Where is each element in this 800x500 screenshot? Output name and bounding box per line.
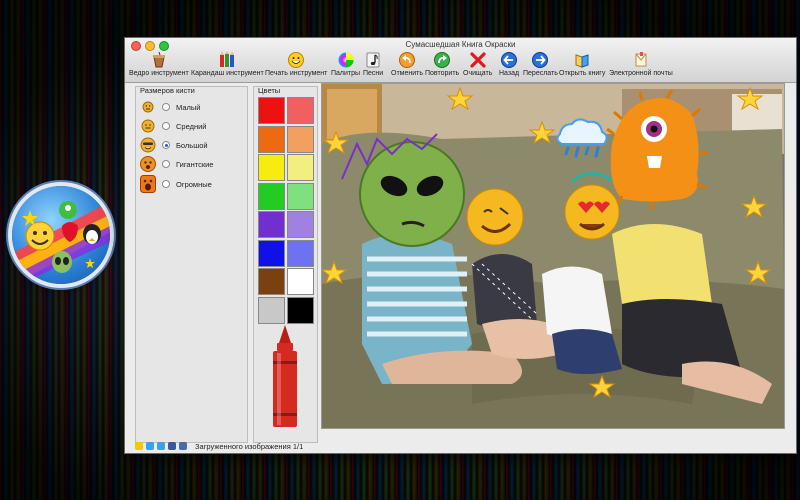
color-swatch[interactable] bbox=[287, 268, 314, 295]
toolbar-label: Переслать bbox=[523, 70, 558, 77]
back-button[interactable]: Назад bbox=[499, 51, 519, 77]
brush-size-small[interactable]: Малый bbox=[140, 99, 200, 115]
crayon-tip bbox=[279, 325, 291, 343]
canvas-photo bbox=[322, 84, 784, 428]
colors-panel: Цветы bbox=[253, 86, 318, 443]
medium-face-icon bbox=[141, 119, 155, 133]
bucket-icon bbox=[152, 51, 165, 68]
color-swatch[interactable] bbox=[258, 125, 285, 153]
songs-button[interactable]: Песни bbox=[363, 51, 383, 77]
brush-size-huge[interactable]: Огромные bbox=[140, 175, 212, 193]
share-icons bbox=[135, 442, 187, 450]
color-swatch[interactable] bbox=[258, 182, 285, 210]
small-face-icon bbox=[142, 101, 154, 113]
brush-size-giant-label: Гигантские bbox=[176, 159, 214, 169]
toolbar-label: Назад bbox=[499, 70, 520, 77]
color-swatch[interactable] bbox=[258, 211, 285, 238]
email-icon bbox=[635, 52, 647, 67]
color-swatch[interactable] bbox=[287, 97, 314, 124]
window-title: Сумасшедшая Книга Окраски bbox=[405, 40, 516, 49]
undo-button[interactable]: Отменить bbox=[391, 51, 423, 77]
redo-icon bbox=[434, 52, 451, 68]
colors-heading: Цветы bbox=[258, 86, 281, 95]
toolbar-label: Палитры bbox=[331, 70, 361, 77]
brush-size-small-radio[interactable] bbox=[162, 103, 170, 111]
stamp-smiley-icon bbox=[288, 52, 305, 68]
brush-size-medium-label: Средний bbox=[176, 121, 207, 131]
back-arrow-icon bbox=[501, 52, 518, 68]
clear-x-icon bbox=[470, 52, 486, 68]
large-face-icon bbox=[140, 137, 156, 153]
forward-button[interactable]: Переслать bbox=[523, 51, 558, 77]
brush-size-heading: Размеров кисти bbox=[140, 86, 195, 95]
status-text: Загруженного изображения 1/1 bbox=[195, 441, 304, 451]
palette-icon bbox=[338, 52, 354, 68]
crayon-stripe bbox=[273, 361, 297, 364]
toolbar-label: Электронной почты bbox=[609, 70, 673, 77]
palettes-button[interactable]: Палитры bbox=[331, 51, 360, 77]
app-icon-art bbox=[12, 201, 110, 284]
color-swatch[interactable] bbox=[287, 182, 314, 210]
toolbar-label: Очищать bbox=[463, 70, 493, 77]
brush-size-huge-radio[interactable] bbox=[162, 180, 170, 188]
color-swatch[interactable] bbox=[258, 97, 285, 124]
bucket-tool-button[interactable]: Ведро инструмент bbox=[129, 51, 189, 77]
twitter-alt-icon[interactable] bbox=[157, 442, 165, 450]
brush-size-giant[interactable]: Гигантские bbox=[140, 156, 213, 172]
brush-size-large[interactable]: Большой bbox=[140, 137, 208, 153]
status-bar: Загруженного изображения 1/1 bbox=[125, 439, 796, 453]
crayon-highlight bbox=[277, 353, 281, 425]
app-icon bbox=[12, 186, 110, 284]
forward-arrow-icon bbox=[532, 52, 549, 68]
color-swatch[interactable] bbox=[258, 296, 285, 324]
huge-face-icon bbox=[140, 175, 156, 193]
main-window: Сумасшедшая Книга Окраски Ведро инструме… bbox=[124, 37, 797, 454]
color-swatch[interactable] bbox=[287, 296, 314, 324]
selected-crayon bbox=[273, 325, 297, 427]
crayon-collar bbox=[277, 343, 293, 351]
music-note-icon bbox=[366, 52, 380, 68]
crayon-stripe bbox=[273, 413, 297, 416]
title-bar: Сумасшедшая Книга Окраски Ведро инструме… bbox=[125, 38, 796, 83]
toolbar-label: Песни bbox=[363, 70, 384, 77]
people-icon[interactable] bbox=[179, 442, 187, 450]
star-share-icon[interactable] bbox=[135, 442, 143, 450]
brush-size-giant-radio[interactable] bbox=[162, 160, 170, 168]
open-book-icon bbox=[575, 54, 589, 68]
toolbar-label: Ведро инструмент bbox=[129, 70, 189, 77]
undo-icon bbox=[399, 52, 415, 68]
color-swatch[interactable] bbox=[287, 154, 314, 181]
color-swatch[interactable] bbox=[258, 268, 285, 295]
toolbar-label: Печать инструмент bbox=[265, 70, 328, 77]
email-button[interactable]: Электронной почты bbox=[609, 51, 673, 77]
color-swatch[interactable] bbox=[258, 239, 285, 267]
toolbar-label: Отменить bbox=[391, 70, 423, 77]
pencils-icon bbox=[220, 51, 235, 67]
giant-face-icon bbox=[140, 156, 156, 172]
twitter-icon[interactable] bbox=[146, 442, 154, 450]
drawing-canvas[interactable] bbox=[321, 83, 785, 429]
brush-size-medium-radio[interactable] bbox=[162, 122, 170, 130]
brush-size-large-label: Большой bbox=[176, 140, 208, 150]
color-swatch[interactable] bbox=[287, 239, 314, 267]
stamp-tool-button[interactable]: Печать инструмент bbox=[265, 51, 327, 77]
toolbar-label: Открыть книгу bbox=[559, 70, 606, 77]
brush-size-large-radio[interactable] bbox=[162, 141, 170, 149]
color-swatch[interactable] bbox=[287, 125, 314, 153]
brush-size-panel: Размеров кисти Малый Средний Большой Гиг… bbox=[135, 86, 248, 443]
brush-size-huge-label: Огромные bbox=[176, 179, 212, 189]
clear-button[interactable]: Очищать bbox=[463, 51, 492, 77]
open-book-button[interactable]: Открыть книгу bbox=[559, 51, 605, 77]
redo-button[interactable]: Повторить bbox=[425, 51, 459, 77]
toolbar: Ведро инструмент Карандаш инструмент Печ… bbox=[125, 51, 796, 81]
brush-size-medium[interactable]: Средний bbox=[140, 118, 207, 134]
facebook-like-icon[interactable] bbox=[168, 442, 176, 450]
pencil-tool-button[interactable]: Карандаш инструмент bbox=[191, 51, 264, 77]
color-swatch[interactable] bbox=[258, 154, 285, 181]
toolbar-label: Карандаш инструмент bbox=[191, 70, 264, 77]
toolbar-label: Повторить bbox=[425, 70, 460, 77]
color-swatch[interactable] bbox=[287, 211, 314, 238]
brush-size-small-label: Малый bbox=[176, 102, 201, 112]
